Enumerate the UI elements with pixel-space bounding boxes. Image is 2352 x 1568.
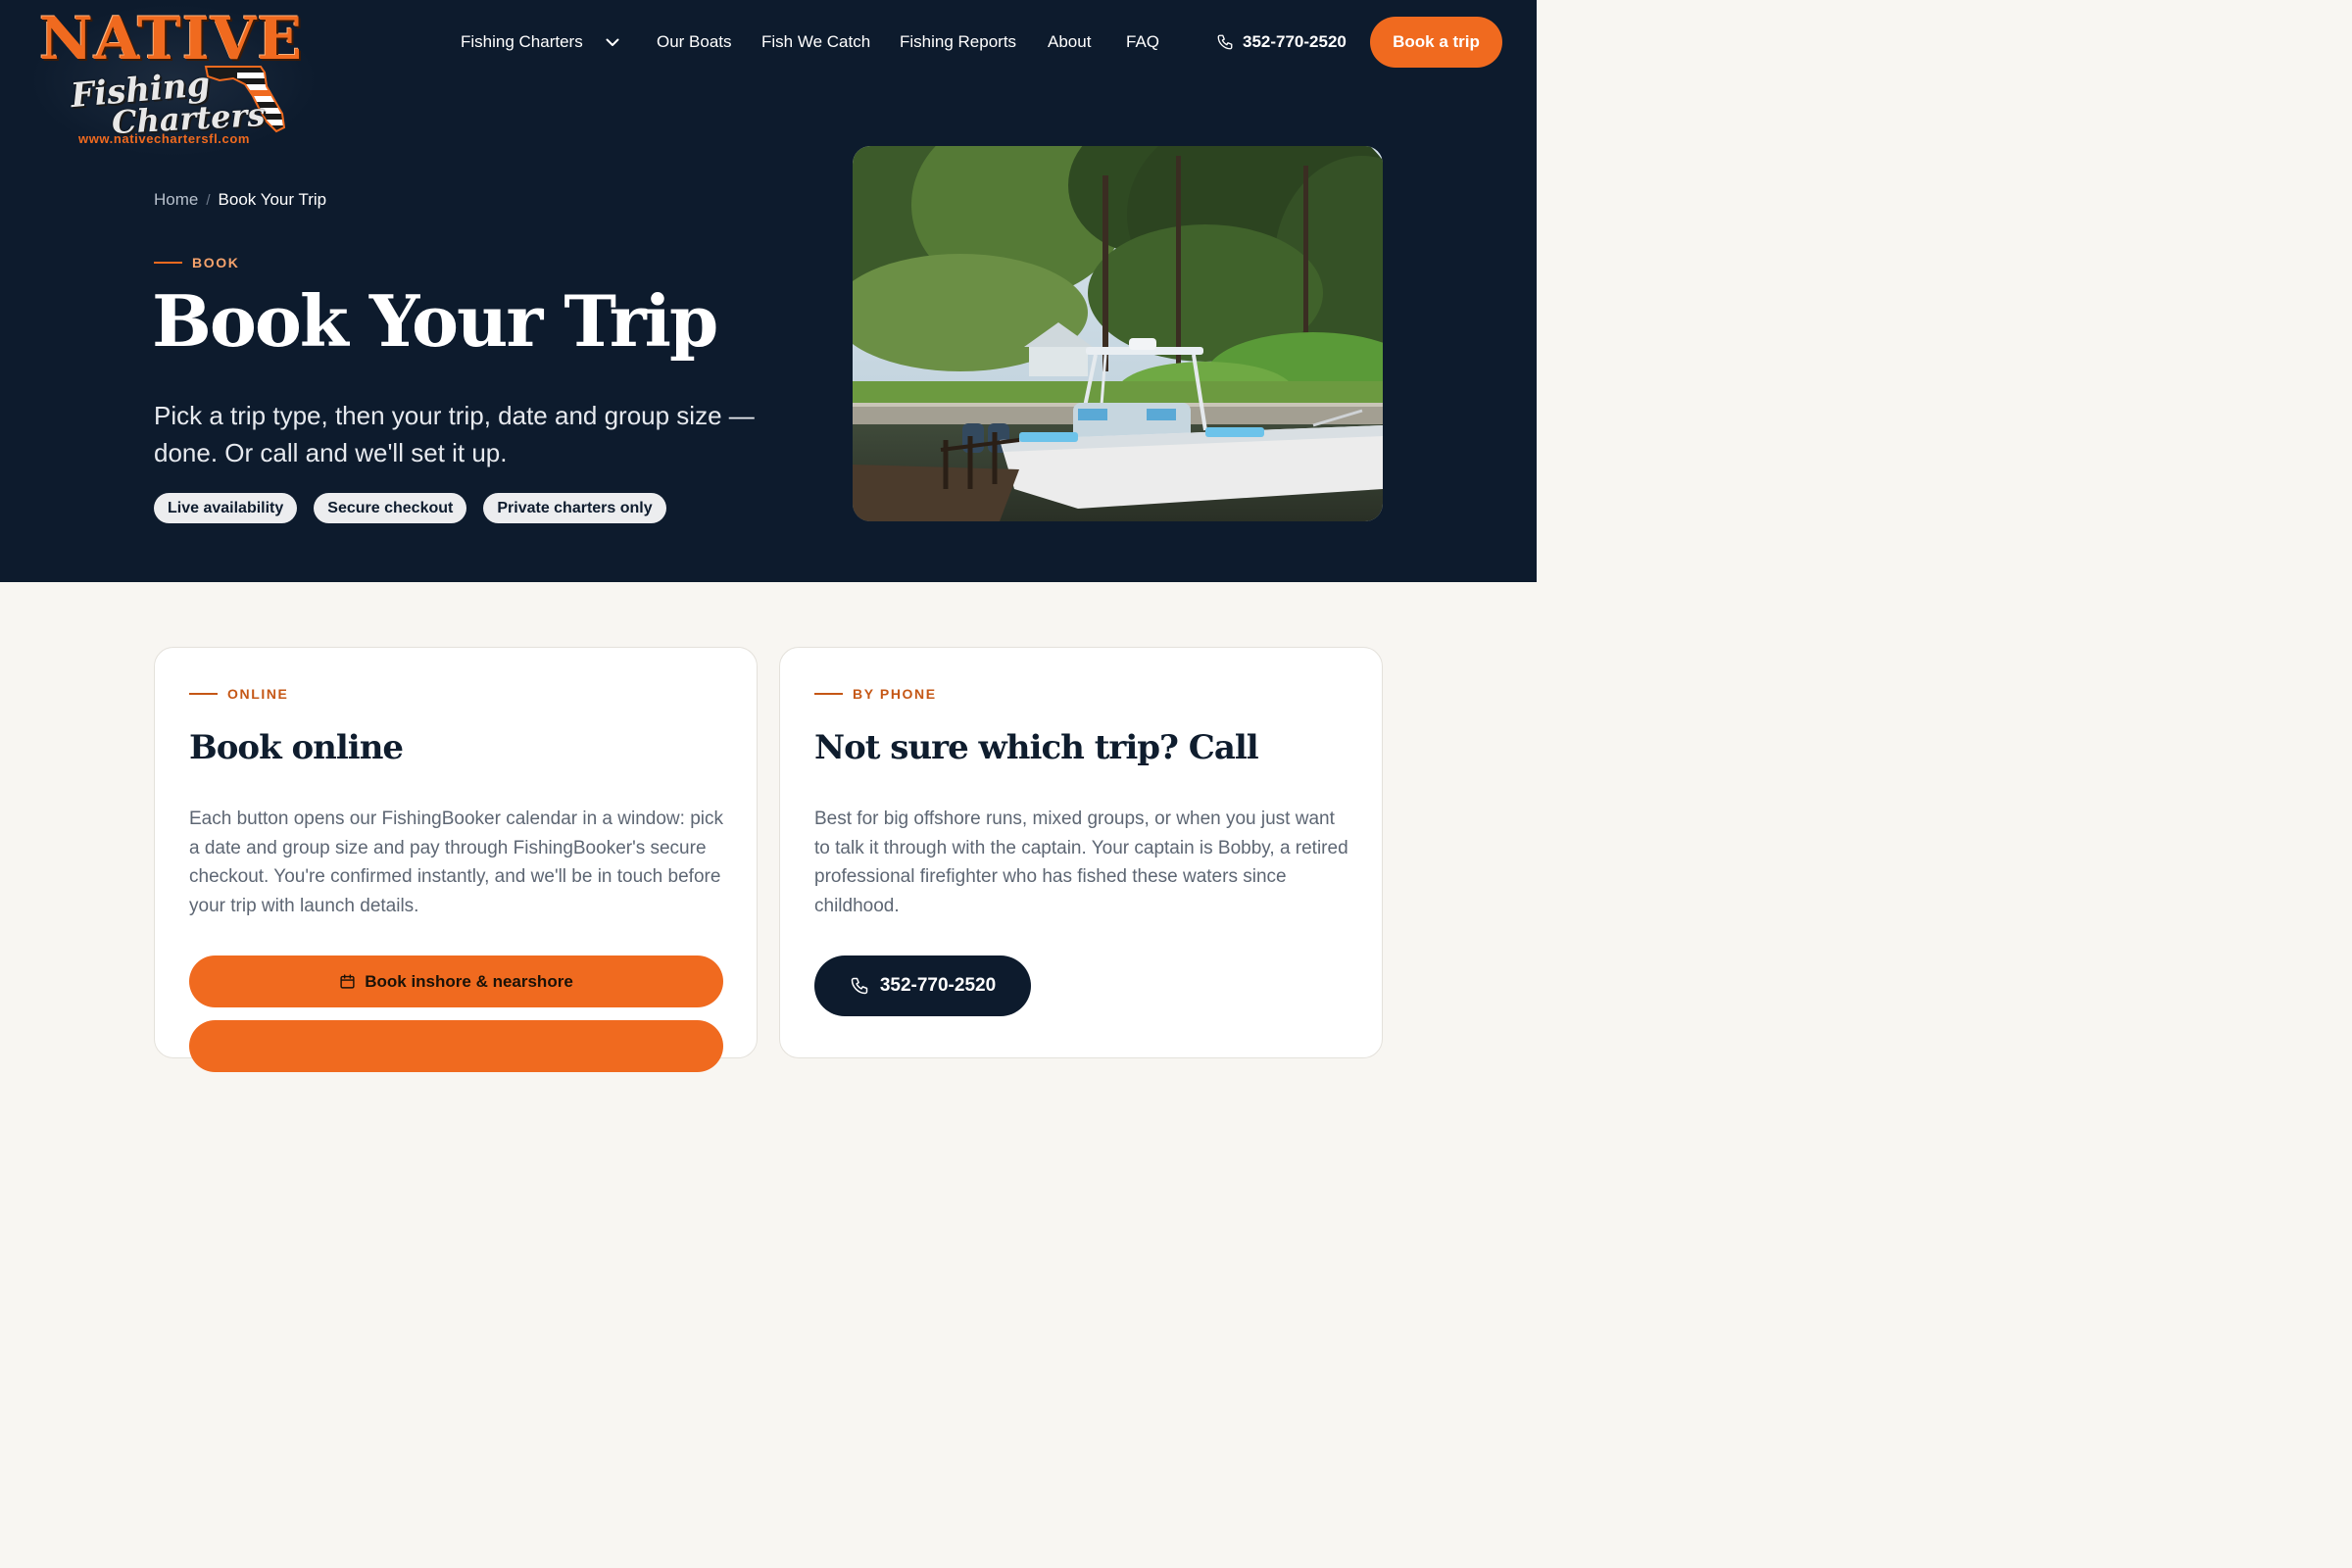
nav-our-boats[interactable]: Our Boats	[657, 31, 732, 53]
book-online-description: Each button opens our FishingBooker cale…	[189, 808, 723, 916]
breadcrumb-separator: /	[206, 192, 211, 209]
breadcrumb-current: Book Your Trip	[218, 190, 327, 209]
phone-eyebrow-text: BY PHONE	[853, 686, 937, 702]
pill-live-availability: Live availability	[154, 493, 298, 523]
phone-eyebrow: BY PHONE	[814, 686, 937, 702]
chevron-down-icon[interactable]	[604, 33, 621, 51]
nav-fish-we-catch[interactable]: Fish We Catch	[761, 31, 870, 53]
book-by-phone-card: BY PHONE Not sure which trip? Call Best …	[779, 647, 1383, 1058]
call-phone-number: 352-770-2520	[879, 975, 997, 996]
eyebrow-line	[154, 262, 182, 264]
call-description: Best for big offshore runs, mixed groups…	[814, 808, 1348, 916]
breadcrumb-home[interactable]: Home	[154, 190, 198, 210]
book-second-button[interactable]	[189, 1020, 723, 1072]
pill-secure-checkout: Secure checkout	[314, 493, 467, 523]
book-online-title: Book online	[189, 728, 404, 767]
book-trip-button[interactable]: Book a trip	[1370, 17, 1502, 68]
call-phone-button[interactable]: 352-770-2520	[814, 956, 1031, 1016]
page-title: Book Your Trip	[152, 279, 718, 363]
hero-eyebrow: BOOK	[154, 255, 239, 270]
hero-subtitle: Pick a trip type, then your trip, date a…	[154, 401, 755, 467]
site-logo[interactable]: NATIVE Fishing Charters www.nativecharte…	[33, 6, 314, 155]
call-title: Not sure which trip? Call	[814, 728, 1259, 767]
nav-phone-number: 352-770-2520	[1243, 32, 1347, 51]
nav-phone-link[interactable]: 352-770-2520	[1216, 31, 1347, 53]
book-inshore-nearshore-button[interactable]: Book inshore & nearshore	[189, 956, 723, 1007]
eyebrow-line	[814, 693, 843, 695]
pill-private-charters: Private charters only	[483, 493, 666, 523]
calendar-icon	[340, 974, 355, 989]
breadcrumb: Home / Book Your Trip	[154, 190, 326, 210]
boat-photo	[853, 146, 1383, 521]
online-eyebrow: ONLINE	[189, 686, 289, 702]
book-online-card: ONLINE Book online Each button opens our…	[154, 647, 758, 1072]
phone-icon	[1217, 34, 1233, 50]
nav-fishing-reports[interactable]: Fishing Reports	[900, 31, 1016, 53]
nav-about[interactable]: About	[1048, 31, 1091, 53]
hero-eyebrow-text: BOOK	[192, 255, 240, 270]
phone-icon	[851, 977, 868, 995]
nav-fishing-charters[interactable]: Fishing Charters	[461, 31, 583, 53]
nav-faq[interactable]: FAQ	[1126, 31, 1159, 53]
hero-section: NATIVE Fishing Charters www.nativecharte…	[0, 0, 1537, 582]
logo-url: www.nativechartersfl.com	[78, 131, 251, 146]
online-eyebrow-text: ONLINE	[227, 686, 289, 702]
eyebrow-line	[189, 693, 218, 695]
book-inshore-nearshore-label: Book inshore & nearshore	[365, 971, 573, 991]
feature-pills: Live availability Secure checkout Privat…	[154, 493, 666, 523]
